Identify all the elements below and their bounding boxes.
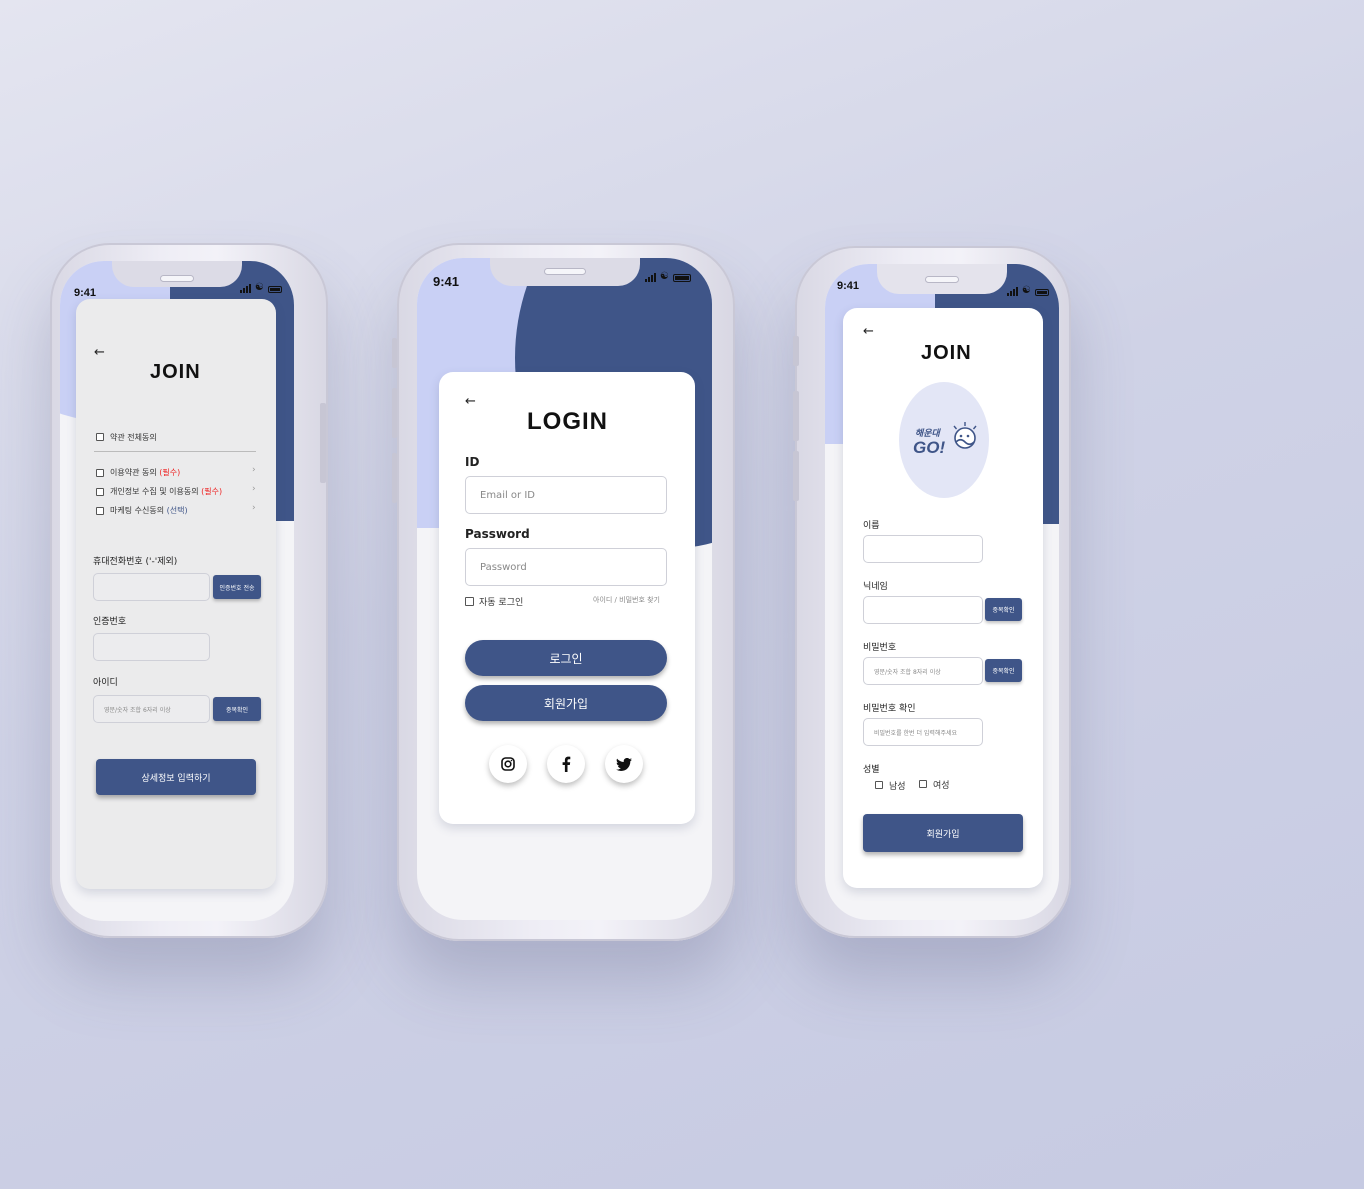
logo: 해운대 GO! — [899, 382, 989, 498]
left-phone: 9:41 ☯ ← JOIN 약관 전체동의 이용약관 동의 (필수) › 개인정… — [50, 243, 328, 938]
join-card: ← JOIN 해운대 GO! 이름 닉네임 중복확인 비밀번호 영문/숫자 조합… — [843, 308, 1043, 888]
password-input[interactable]: Password — [465, 548, 667, 586]
male-label: 남성 — [889, 782, 906, 792]
password-label: 비밀번호 — [863, 643, 897, 653]
battery-icon — [672, 274, 691, 282]
page-title: JOIN — [921, 342, 972, 364]
nickname-input[interactable] — [863, 596, 983, 624]
chevron-right-icon[interactable]: › — [252, 503, 256, 513]
password-dup-button[interactable]: 중복확인 — [985, 659, 1022, 682]
auto-login-checkbox[interactable] — [465, 597, 474, 606]
center-phone: 9:41 ☯ ← LOGIN ID Email or ID Password P… — [392, 243, 735, 941]
marketing-checkbox[interactable] — [96, 507, 104, 515]
privacy-checkbox[interactable] — [96, 488, 104, 496]
status-icons: ☯ — [1007, 286, 1049, 296]
signal-icon — [1007, 287, 1018, 296]
right-screen: 9:41 ☯ ← JOIN 해운대 GO! 이름 닉네임 중복확인 비밀번호 영… — [825, 264, 1059, 920]
speaker — [925, 276, 959, 283]
logo-text-bottom: GO! — [913, 438, 946, 457]
facebook-icon[interactable] — [547, 745, 585, 783]
left-screen: 9:41 ☯ ← JOIN 약관 전체동의 이용약관 동의 (필수) › 개인정… — [60, 261, 294, 921]
speaker — [160, 275, 194, 282]
name-input[interactable] — [863, 535, 983, 563]
signal-icon — [240, 284, 251, 293]
phone-label: 휴대전화번호 ('-'제외) — [93, 557, 178, 567]
dup-check-button[interactable]: 중복확인 — [213, 697, 261, 721]
male-checkbox[interactable] — [875, 781, 883, 789]
twitter-icon[interactable] — [605, 745, 643, 783]
instagram-icon[interactable] — [489, 745, 527, 783]
center-screen: 9:41 ☯ ← LOGIN ID Email or ID Password P… — [417, 258, 712, 920]
id-label: 아이디 — [93, 678, 118, 688]
wifi-icon: ☯ — [660, 271, 669, 282]
right-phone: 9:41 ☯ ← JOIN 해운대 GO! 이름 닉네임 중복확인 비밀번호 영… — [793, 246, 1071, 938]
side-button — [793, 451, 799, 501]
password-label: Password — [465, 527, 530, 541]
status-time: 9:41 — [74, 287, 97, 299]
chevron-right-icon[interactable]: › — [252, 484, 256, 494]
code-input[interactable] — [93, 633, 210, 661]
sun-wave-icon — [953, 422, 977, 449]
name-label: 이름 — [863, 521, 880, 531]
id-input[interactable]: Email or ID — [465, 476, 667, 514]
side-button — [793, 336, 799, 366]
side-button — [320, 403, 326, 483]
login-button[interactable]: 로그인 — [465, 640, 667, 676]
signal-icon — [645, 273, 656, 282]
notch — [112, 261, 242, 287]
nickname-label: 닉네임 — [863, 582, 888, 592]
id-input[interactable]: 영문/숫자 조합 6자리 이상 — [93, 695, 210, 723]
battery-icon — [267, 286, 282, 293]
back-arrow-icon[interactable]: ← — [465, 394, 476, 409]
marketing-label: 마케팅 수신동의 (선택) — [110, 506, 188, 515]
side-button — [392, 453, 397, 503]
agree-all-checkbox[interactable] — [96, 433, 104, 441]
page-title: LOGIN — [527, 408, 608, 435]
send-code-button[interactable]: 인증번호 전송 — [213, 575, 261, 599]
find-account-link[interactable]: 아이디 / 비밀번호 찾기 — [593, 595, 660, 605]
status-time: 9:41 — [433, 274, 460, 289]
code-label: 인증번호 — [93, 617, 127, 627]
next-button[interactable]: 상세정보 입력하기 — [96, 759, 256, 795]
login-card: ← LOGIN ID Email or ID Password Password… — [439, 372, 695, 824]
status-time: 9:41 — [837, 280, 860, 292]
back-arrow-icon[interactable]: ← — [94, 345, 105, 360]
side-button — [392, 338, 397, 368]
chevron-right-icon[interactable]: › — [252, 465, 256, 475]
id-label: ID — [465, 455, 480, 469]
signup-button[interactable]: 회원가입 — [863, 814, 1023, 852]
female-checkbox[interactable] — [919, 780, 927, 788]
terms-label: 이용약관 동의 (필수) — [110, 468, 181, 477]
wifi-icon: ☯ — [255, 282, 264, 293]
status-icons: ☯ — [240, 283, 282, 293]
side-button — [392, 388, 397, 438]
privacy-label: 개인정보 수집 및 이용동의 (필수) — [110, 487, 223, 496]
speaker — [543, 268, 586, 275]
password-confirm-input[interactable]: 비밀번호를 한번 더 입력해주세요 — [863, 718, 983, 746]
phone-input[interactable] — [93, 573, 210, 601]
password-input[interactable]: 영문/숫자 조합 8자리 이상 — [863, 657, 983, 685]
divider — [94, 451, 256, 452]
password-confirm-label: 비밀번호 확인 — [863, 704, 916, 714]
agree-all-label: 약관 전체동의 — [110, 433, 157, 442]
terms-checkbox[interactable] — [96, 469, 104, 477]
auto-login-label: 자동 로그인 — [479, 598, 524, 608]
battery-icon — [1034, 289, 1049, 296]
female-label: 여성 — [933, 781, 950, 791]
status-icons: ☯ — [645, 272, 691, 282]
gender-label: 성별 — [863, 765, 880, 775]
nickname-dup-button[interactable]: 중복확인 — [985, 598, 1022, 621]
wifi-icon: ☯ — [1022, 285, 1031, 296]
page-title: JOIN — [150, 361, 201, 383]
back-arrow-icon[interactable]: ← — [863, 324, 874, 339]
join-card: ← JOIN 약관 전체동의 이용약관 동의 (필수) › 개인정보 수집 및 … — [76, 299, 276, 889]
side-button — [793, 391, 799, 441]
signup-button[interactable]: 회원가입 — [465, 685, 667, 721]
